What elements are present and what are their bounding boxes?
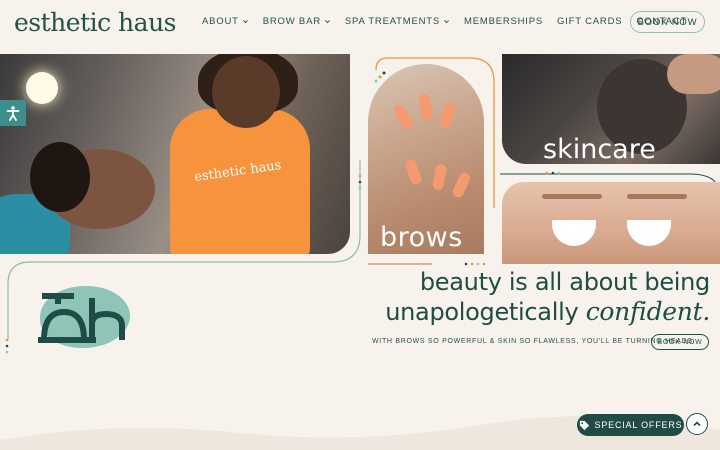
nav-item-label: GIFT CARDS <box>557 16 623 27</box>
accessibility-icon <box>6 106 20 121</box>
nav-item-label: MEMBERSHIPS <box>464 16 544 27</box>
hero-image-brow-service: esthetic haus <box>0 54 350 254</box>
brow-graphic <box>627 194 687 199</box>
nail-graphic <box>451 170 472 200</box>
brows-label: brows <box>380 222 463 253</box>
nav-item-brow-bar[interactable]: BROW BAR <box>263 16 331 27</box>
main-nav: ABOUT BROW BAR SPA TREATMENTS MEMBERSHIP… <box>202 16 687 27</box>
tag-icon <box>579 420 589 430</box>
tagline-subline: WITH BROWS SO POWERFUL & SKIN SO FLAWLES… <box>372 338 696 345</box>
book-now-button[interactable]: BOOK NOW <box>630 11 705 33</box>
nav-item-gift-cards[interactable]: GIFT CARDS <box>557 16 622 27</box>
nav-item-label: ABOUT <box>202 16 239 27</box>
tagline-emphasis: confident. <box>585 297 711 326</box>
nav-item-memberships[interactable]: MEMBERSHIPS <box>464 16 543 27</box>
nail-graphic <box>403 157 424 187</box>
nail-graphic <box>392 102 415 132</box>
nav-item-label: SPA TREATMENTS <box>344 16 441 27</box>
nav-item-label: BROW BAR <box>262 16 321 27</box>
accessibility-button[interactable] <box>0 100 26 126</box>
client-hair <box>30 142 90 212</box>
tagline-line-1: beauty is all about being <box>419 268 710 296</box>
nav-item-spa-treatments[interactable]: SPA TREATMENTS <box>345 16 450 27</box>
lash-image[interactable] <box>502 182 720 264</box>
chevron-down-icon <box>242 20 248 24</box>
site-logo[interactable]: esthetic haus <box>14 8 177 37</box>
skincare-label: skincare <box>543 134 656 165</box>
brow-graphic <box>542 194 602 199</box>
eyepad-graphic <box>627 220 671 246</box>
nav-item-about[interactable]: ABOUT <box>202 16 249 27</box>
artist-shirt <box>170 109 310 254</box>
tagline-line-2: unapologetically confident. <box>360 297 710 326</box>
chevron-up-icon <box>693 421 701 427</box>
special-offers-label: SPECIAL OFFERS <box>594 420 683 430</box>
hand-graphic <box>667 54 720 94</box>
special-offers-button[interactable]: SPECIAL OFFERS <box>577 414 684 436</box>
lamp-graphic <box>26 72 58 104</box>
nail-graphic <box>417 93 434 121</box>
eh-monogram-icon <box>38 293 125 343</box>
eyepad-graphic <box>552 220 596 246</box>
hero-book-now-button[interactable]: BOOK NOW <box>651 334 709 350</box>
artist-head <box>212 56 280 128</box>
chevron-down-icon <box>444 20 449 24</box>
nail-graphic <box>438 101 457 129</box>
chevron-down-icon <box>324 20 330 24</box>
tagline-prefix: unapologetically <box>385 298 579 326</box>
scroll-to-top-button[interactable] <box>686 413 708 435</box>
site-header: esthetic haus ABOUT BROW BAR SPA TREATME… <box>0 0 720 48</box>
nail-graphic <box>431 163 448 191</box>
